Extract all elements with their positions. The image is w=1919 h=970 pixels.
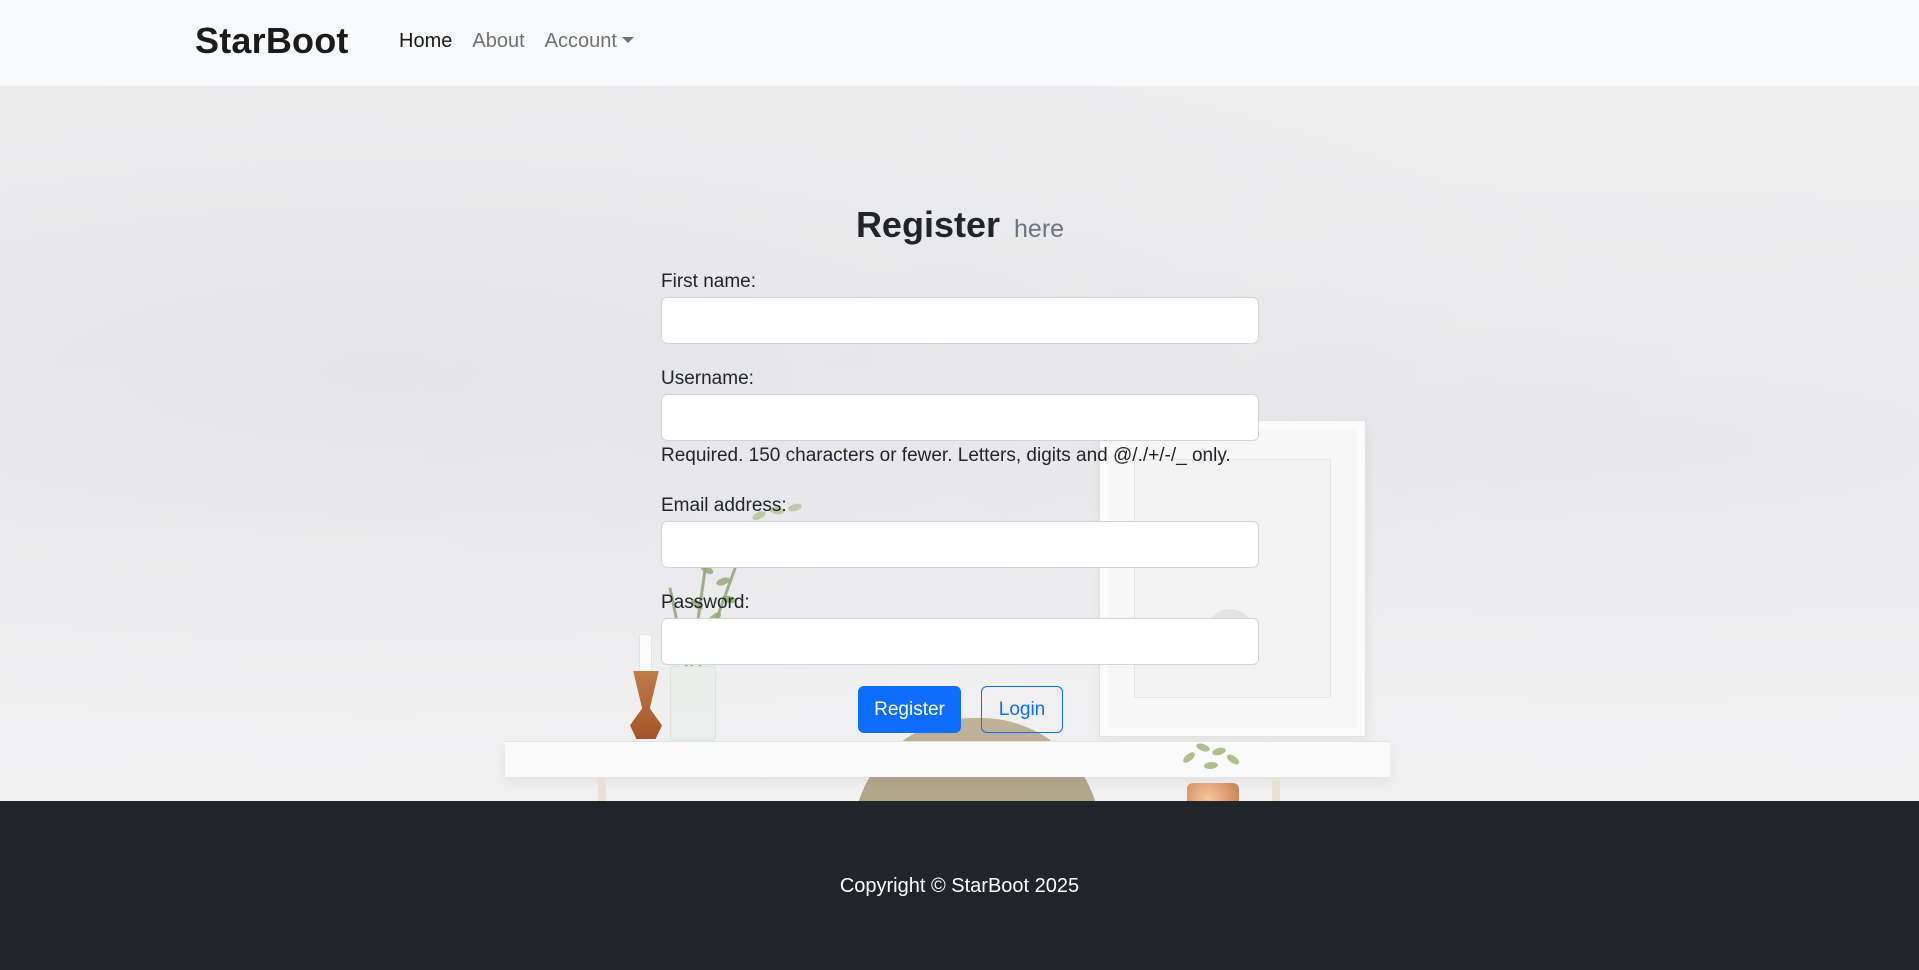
first-name-label: First name: — [661, 271, 757, 292]
caret-down-icon — [621, 37, 634, 43]
footer: Copyright © StarBoot 2025 — [0, 801, 1919, 970]
picture-frame-image — [1100, 421, 1365, 736]
glass-vase-image — [670, 666, 716, 741]
register-button[interactable]: Register — [858, 686, 961, 733]
title-main: Register — [855, 204, 1000, 245]
nav-account-dropdown[interactable]: Account — [545, 30, 634, 53]
candle-image — [639, 634, 652, 674]
title-small: here — [1014, 215, 1065, 243]
username-help-text: Required. 150 characters or fewer. Lette… — [661, 445, 1231, 466]
desk-image — [505, 741, 1390, 777]
password-field[interactable] — [661, 618, 1259, 665]
nav-links: Home About Account — [399, 30, 654, 53]
email-field[interactable] — [661, 521, 1259, 568]
email-label: Email address: — [661, 495, 787, 516]
brand-logo[interactable]: StarBoot — [195, 20, 349, 62]
nav-account-label: Account — [544, 30, 617, 52]
username-field[interactable] — [661, 394, 1259, 441]
copper-pot-image — [1187, 783, 1239, 801]
page-title: Register here — [661, 204, 1259, 246]
desk-leg-left — [598, 777, 606, 801]
username-label: Username: — [661, 368, 754, 389]
password-label: Password: — [661, 592, 750, 613]
login-button[interactable]: Login — [981, 686, 1063, 733]
footer-copyright: Copyright © StarBoot 2025 — [839, 875, 1080, 897]
nav-home-link[interactable]: Home — [399, 30, 452, 53]
navbar: StarBoot Home About Account — [0, 0, 1919, 86]
nav-about-link[interactable]: About — [472, 30, 524, 53]
first-name-field[interactable] — [661, 297, 1259, 344]
desk-leg-right — [1272, 777, 1280, 801]
